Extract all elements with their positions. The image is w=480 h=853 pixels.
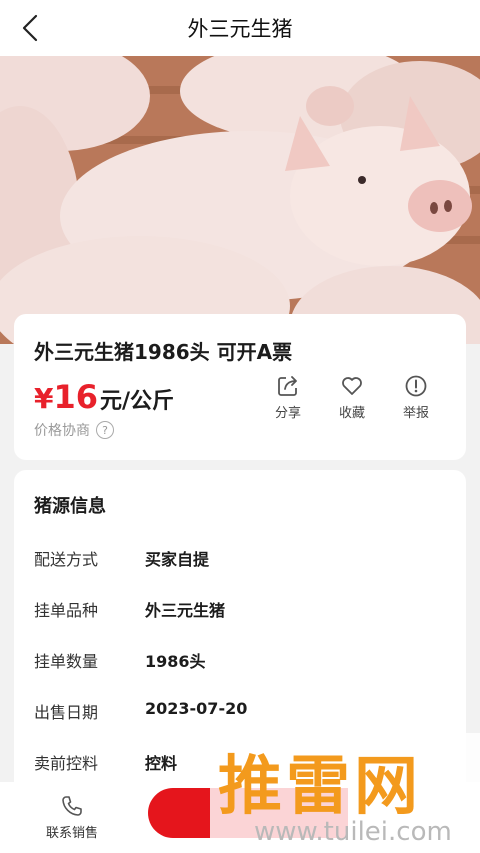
phone-icon — [62, 796, 82, 816]
watermark-logo: 推雷网 — [218, 750, 422, 824]
price-currency: ¥ — [34, 382, 54, 415]
watermark-url: www.tuilei.com — [254, 817, 452, 847]
favorite-label: 收藏 — [338, 406, 365, 421]
share-icon — [278, 376, 297, 396]
watermark: 推雷网 www.tuilei.com — [210, 733, 480, 853]
price-value: 16 — [53, 378, 99, 416]
product-card: 外三元生猪1986头 可开A票 ¥ 16 元/公斤 价格协商 ? 分享 收藏 举… — [14, 314, 466, 460]
info-key: 配送方式 — [34, 550, 99, 569]
info-row-breed: 挂单品种 外三元生猪 — [34, 597, 225, 621]
info-value: 2023-07-20 — [145, 699, 248, 718]
share-button[interactable]: 分享 — [266, 374, 310, 421]
info-row-delivery: 配送方式 买家自提 — [34, 546, 209, 570]
price: ¥ 16 元/公斤 — [34, 378, 174, 416]
report-label: 举报 — [402, 406, 429, 421]
report-button[interactable]: 举报 — [394, 374, 438, 421]
help-icon[interactable]: ? — [96, 421, 114, 439]
product-title: 外三元生猪1986头 可开A票 — [34, 340, 293, 364]
back-button[interactable] — [16, 12, 44, 44]
info-value: 外三元生猪 — [145, 601, 226, 620]
info-value: 控料 — [145, 754, 178, 773]
share-label: 分享 — [274, 406, 301, 421]
contact-sales-button[interactable]: 联系销售 — [38, 794, 106, 841]
info-key: 卖前控料 — [34, 754, 99, 773]
info-value: 1986头 — [145, 652, 206, 671]
favorite-button[interactable]: 收藏 — [330, 374, 374, 421]
chevron-left-icon — [22, 14, 38, 42]
section-title: 猪源信息 — [34, 496, 106, 517]
info-row-quantity: 挂单数量 1986头 — [34, 648, 206, 672]
contact-sales-label: 联系销售 — [45, 826, 98, 841]
product-photo[interactable] — [0, 56, 480, 344]
price-negotiable: 价格协商 ? — [34, 420, 114, 440]
info-row-sale-date: 出售日期 2023-07-20 — [34, 699, 247, 723]
negotiable-label: 价格协商 — [34, 423, 90, 439]
page-title: 外三元生猪 — [187, 17, 293, 41]
info-value: 买家自提 — [145, 550, 210, 569]
info-key: 挂单数量 — [34, 652, 99, 671]
top-bar: 外三元生猪 — [0, 0, 480, 56]
info-key: 出售日期 — [34, 703, 99, 722]
alert-icon — [405, 375, 427, 397]
price-unit: 元/公斤 — [100, 389, 175, 414]
info-row-feed-control: 卖前控料 控料 — [34, 750, 177, 774]
pig-photo-illustration — [0, 56, 480, 344]
info-key: 挂单品种 — [34, 601, 99, 620]
heart-icon — [342, 377, 362, 395]
